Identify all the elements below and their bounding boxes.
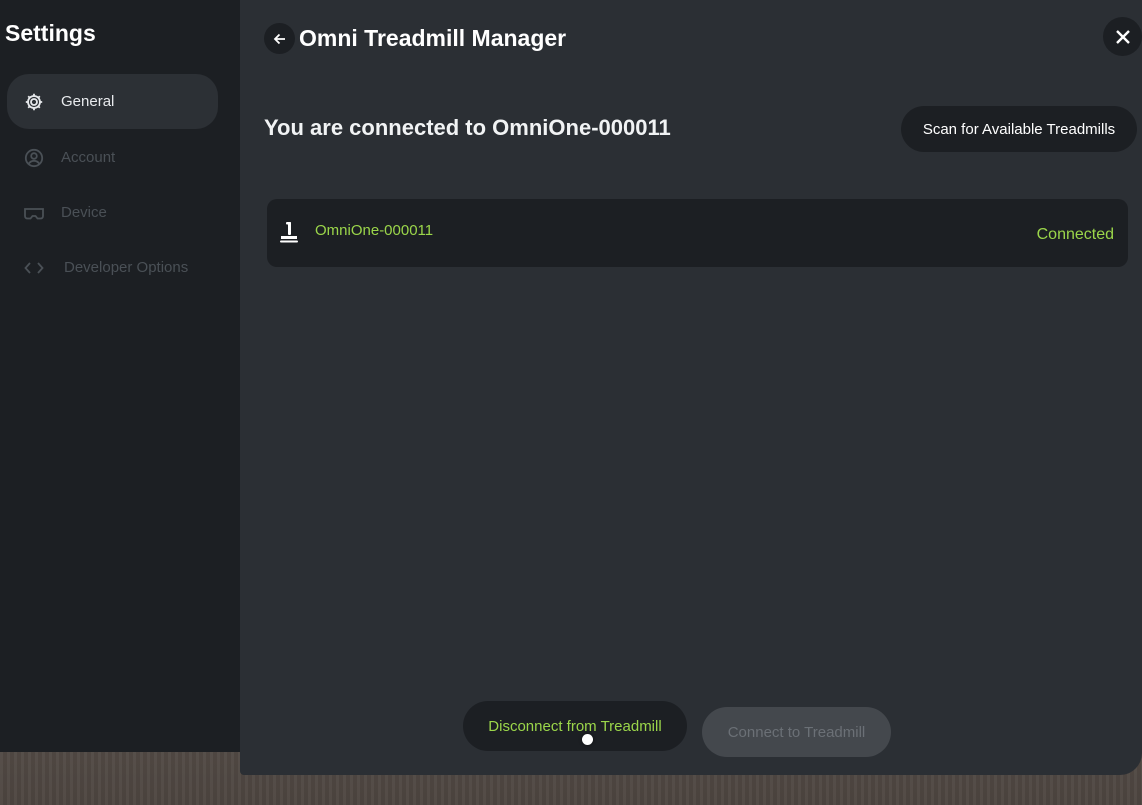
sidebar-item-label: Account [61,149,116,166]
arrow-left-icon [273,33,285,44]
sidebar-item-device[interactable]: Device [7,185,218,240]
headset-icon [23,202,45,224]
page-title: Omni Treadmill Manager [299,25,567,51]
gear-icon [23,91,45,113]
code-icon [23,257,45,279]
sidebar-item-label: Developer Options [64,259,189,276]
disconnect-button[interactable]: Disconnect from Treadmill [463,701,687,751]
settings-sidebar: Settings General Account Device Develope… [0,0,247,752]
device-status: Connected [1036,226,1114,243]
sidebar-item-label: General [61,93,115,110]
connect-button[interactable]: Connect to Treadmill [702,707,891,757]
sidebar-title: Settings [5,20,96,46]
device-name: OmniOne-000011 [315,222,434,239]
close-button[interactable] [1103,17,1142,56]
scan-treadmills-button[interactable]: Scan for Available Treadmills [901,106,1137,152]
pointer-cursor [582,734,593,745]
sidebar-item-account[interactable]: Account [7,130,218,185]
sidebar-item-general[interactable]: General [7,74,218,129]
sidebar-item-developer-options[interactable]: Developer Options [7,240,218,295]
treadmill-icon [279,221,299,243]
close-icon [1115,29,1130,44]
sidebar-item-label: Device [61,204,107,221]
connection-heading: You are connected to OmniOne-000011 [264,115,671,140]
account-icon [23,147,45,169]
back-button[interactable] [264,23,295,54]
device-list-item[interactable]: OmniOne-000011 Connected [267,199,1128,267]
